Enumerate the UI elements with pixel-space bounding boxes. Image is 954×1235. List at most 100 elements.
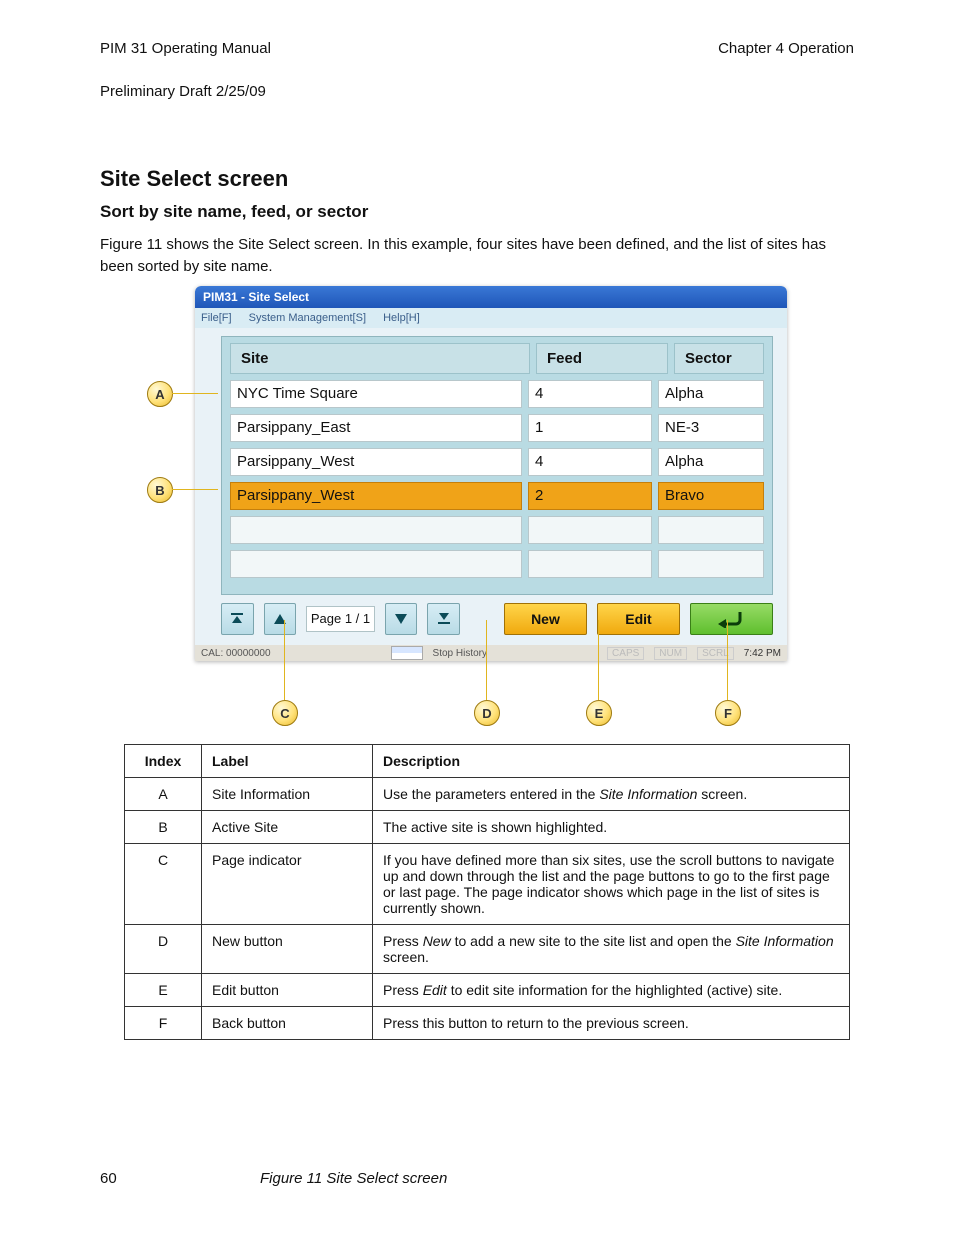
body-text: Figure 11 shows the Site Select screen. … — [100, 236, 826, 253]
column-header-sector[interactable]: Sector — [674, 343, 764, 374]
cell-label: Site Information — [202, 778, 373, 811]
cell-index: C — [125, 844, 202, 925]
cell-sector — [658, 550, 764, 578]
table-row: CPage indicatorIf you have defined more … — [125, 844, 850, 925]
window-title: PIM31 - Site Select — [195, 286, 787, 308]
cell-label: New button — [202, 925, 373, 974]
go-to-top-icon — [230, 612, 244, 626]
callout-line — [486, 620, 487, 700]
table-row: EEdit buttonPress Edit to edit site info… — [125, 974, 850, 1007]
page-number: 60 — [100, 1170, 117, 1187]
callout-A: A — [147, 381, 173, 407]
cell-site: Parsippany_West — [230, 448, 522, 476]
return-arrow-icon — [714, 610, 748, 628]
cell-feed: 4 — [528, 380, 652, 408]
table-row: BActive SiteThe active site is shown hig… — [125, 811, 850, 844]
cell-site: NYC Time Square — [230, 380, 522, 408]
triangle-down-icon — [394, 613, 408, 625]
cell-feed — [528, 550, 652, 578]
table-row[interactable]: Parsippany_West4Alpha — [230, 448, 764, 476]
menu-bar: File[F] System Management[S] Help[H] — [195, 308, 787, 328]
col-label: Label — [202, 745, 373, 778]
cell-site: Parsippany_West — [230, 482, 522, 510]
flag-icon — [391, 646, 423, 660]
callout-F: F — [715, 700, 741, 726]
cell-sector: NE-3 — [658, 414, 764, 442]
scroll-down-button[interactable] — [385, 603, 418, 635]
table-row[interactable]: Parsippany_East1NE-3 — [230, 414, 764, 442]
cell-index: E — [125, 974, 202, 1007]
cell-description: Use the parameters entered in the Site I… — [373, 778, 850, 811]
cell-feed: 2 — [528, 482, 652, 510]
table-row — [230, 550, 764, 578]
cell-index: D — [125, 925, 202, 974]
cell-sector — [658, 516, 764, 544]
cell-description: If you have defined more than six sites,… — [373, 844, 850, 925]
callout-line — [598, 620, 599, 700]
edit-button[interactable]: Edit — [597, 603, 680, 635]
chapter-label: Chapter 4 Operation — [718, 40, 854, 57]
go-to-bottom-icon — [437, 612, 451, 626]
callout-D: D — [474, 700, 500, 726]
back-button[interactable] — [690, 603, 773, 635]
status-stop-history: Stop History — [433, 648, 487, 659]
site-grid: Site Feed Sector NYC Time Square4AlphaPa… — [221, 336, 773, 595]
table-row: DNew buttonPress New to add a new site t… — [125, 925, 850, 974]
table-row[interactable]: Parsippany_West2Bravo — [230, 482, 764, 510]
callout-C: C — [272, 700, 298, 726]
section-subheading: Sort by site name, feed, or sector — [100, 202, 368, 222]
callout-E: E — [586, 700, 612, 726]
cell-site — [230, 516, 522, 544]
app-window: PIM31 - Site Select File[F] System Manag… — [195, 286, 787, 661]
cell-index: F — [125, 1007, 202, 1040]
menu-help[interactable]: Help[H] — [383, 312, 420, 324]
cell-feed: 4 — [528, 448, 652, 476]
cell-sector: Bravo — [658, 482, 764, 510]
status-scrl: SCRL — [697, 647, 734, 660]
callout-line — [727, 620, 728, 700]
new-button[interactable]: New — [504, 603, 587, 635]
section-heading: Site Select screen — [100, 166, 288, 192]
status-caps: CAPS — [607, 647, 644, 660]
cell-site: Parsippany_East — [230, 414, 522, 442]
status-time: 7:42 PM — [744, 648, 781, 659]
table-row: ASite InformationUse the parameters ente… — [125, 778, 850, 811]
first-page-button[interactable] — [221, 603, 254, 635]
cell-index: A — [125, 778, 202, 811]
table-row[interactable]: NYC Time Square4Alpha — [230, 380, 764, 408]
column-header-site[interactable]: Site — [230, 343, 530, 374]
status-cal: CAL: 00000000 — [201, 648, 271, 659]
cell-label: Active Site — [202, 811, 373, 844]
cell-label: Edit button — [202, 974, 373, 1007]
status-num: NUM — [654, 647, 687, 660]
cell-sector: Alpha — [658, 380, 764, 408]
figure-caption: Figure 11 Site Select screen — [260, 1170, 447, 1187]
cell-feed: 1 — [528, 414, 652, 442]
callout-description-table: Index Label Description ASite Informatio… — [124, 744, 850, 1040]
col-index: Index — [125, 745, 202, 778]
doc-title: PIM 31 Operating Manual — [100, 40, 271, 57]
doc-id: Preliminary Draft 2/25/09 — [100, 83, 266, 100]
callout-line — [172, 393, 218, 394]
cell-description: Press New to add a new site to the site … — [373, 925, 850, 974]
cell-description: The active site is shown highlighted. — [373, 811, 850, 844]
cell-index: B — [125, 811, 202, 844]
page-indicator: Page 1 / 1 — [306, 606, 375, 632]
callout-line — [284, 620, 285, 700]
column-header-feed[interactable]: Feed — [536, 343, 668, 374]
cell-description: Press this button to return to the previ… — [373, 1007, 850, 1040]
callout-B: B — [147, 477, 173, 503]
table-row — [230, 516, 764, 544]
last-page-button[interactable] — [427, 603, 460, 635]
cell-sector: Alpha — [658, 448, 764, 476]
cell-feed — [528, 516, 652, 544]
scroll-up-button[interactable] — [264, 603, 297, 635]
callout-line — [172, 489, 218, 490]
cell-label: Back button — [202, 1007, 373, 1040]
col-description: Description — [373, 745, 850, 778]
menu-system-management[interactable]: System Management[S] — [249, 312, 366, 324]
cell-description: Press Edit to edit site information for … — [373, 974, 850, 1007]
cell-label: Page indicator — [202, 844, 373, 925]
body-text: been sorted by site name. — [100, 258, 273, 275]
menu-file[interactable]: File[F] — [201, 312, 232, 324]
